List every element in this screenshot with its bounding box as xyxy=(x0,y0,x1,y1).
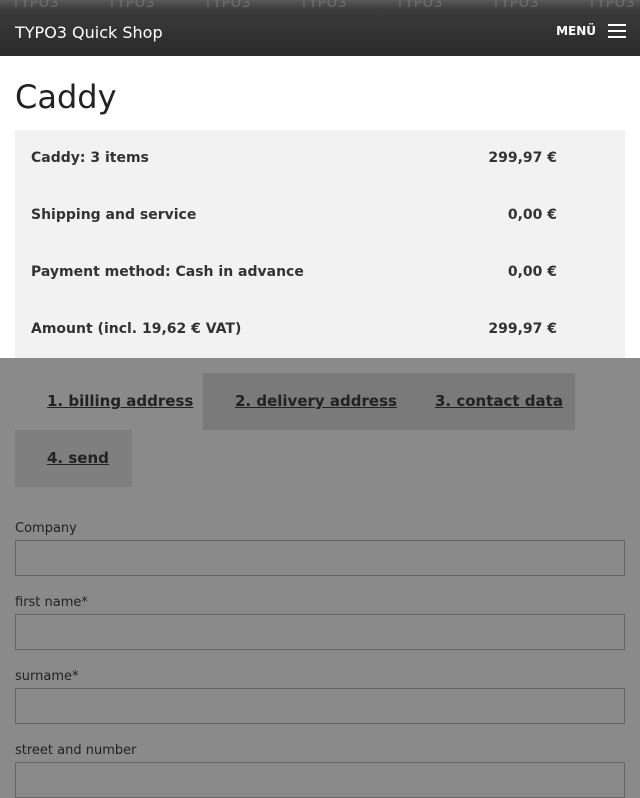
summary-row-items: Caddy: 3 items 299,97 € xyxy=(15,130,625,187)
street-label: street and number xyxy=(15,743,137,758)
summary-value: 0,00 € xyxy=(507,207,557,223)
cart-summary: Caddy: 3 items 299,97 € Shipping and ser… xyxy=(15,130,625,358)
checkout-section: 1. billing address 2. delivery address 3… xyxy=(0,358,640,798)
summary-label: Shipping and service xyxy=(31,207,197,223)
menu-label: MENÜ xyxy=(556,24,596,38)
brand-link[interactable]: TYPO3 Quick Shop xyxy=(15,23,163,42)
tab-billing-address[interactable]: 1. billing address xyxy=(15,373,203,430)
surname-label: surname* xyxy=(15,669,79,684)
tab-send[interactable]: 4. send xyxy=(15,430,132,487)
street-field[interactable] xyxy=(15,762,625,798)
summary-row-amount: Amount (incl. 19,62 € VAT) 299,97 € xyxy=(15,301,625,358)
summary-value: 299,97 € xyxy=(488,150,557,166)
tab-delivery-address[interactable]: 2. delivery address xyxy=(203,373,403,430)
summary-row-payment: Payment method: Cash in advance 0,00 € xyxy=(15,244,625,301)
summary-value: 299,97 € xyxy=(488,321,557,337)
main-content: Caddy Caddy: 3 items 299,97 € Shipping a… xyxy=(0,56,640,358)
first-name-field[interactable] xyxy=(15,614,625,650)
page-title: Caddy xyxy=(15,78,117,116)
navbar: TYPO3 Quick Shop MENÜ xyxy=(0,10,640,56)
company-label: Company xyxy=(15,521,77,536)
hamburger-icon xyxy=(608,24,626,38)
summary-value: 0,00 € xyxy=(507,264,557,280)
surname-field[interactable] xyxy=(15,688,625,724)
menu-toggle-button[interactable]: MENÜ xyxy=(556,24,626,38)
header-watermark-strip: TYPO3 TYPO3 TYPO3 TYPO3 TYPO3 TYPO3 TYPO… xyxy=(0,0,640,11)
summary-row-shipping: Shipping and service 0,00 € xyxy=(15,187,625,244)
summary-label: Payment method: Cash in advance xyxy=(31,264,304,280)
summary-label: Amount (incl. 19,62 € VAT) xyxy=(31,321,242,337)
company-field[interactable] xyxy=(15,540,625,576)
tab-contact-data[interactable]: 3. contact data xyxy=(403,373,575,430)
summary-label: Caddy: 3 items xyxy=(31,150,149,166)
first-name-label: first name* xyxy=(15,595,88,610)
